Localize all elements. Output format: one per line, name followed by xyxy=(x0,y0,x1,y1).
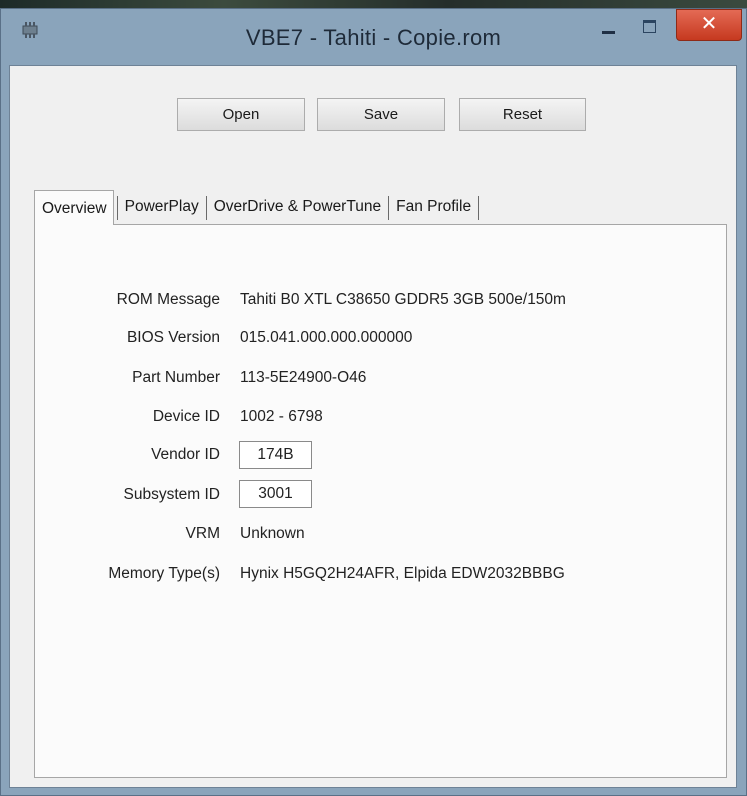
desktop-background-strip xyxy=(0,0,747,8)
app-window: VBE7 - Tahiti - Copie.rom ✕ Open Save Re… xyxy=(0,8,747,796)
device-id-label: Device ID xyxy=(152,408,220,425)
overview-panel: ROM Message Tahiti B0 XTL C38650 GDDR5 3… xyxy=(34,224,727,778)
minimize-button[interactable] xyxy=(590,11,626,39)
vendor-id-label: Vendor ID xyxy=(151,446,220,463)
rom-message-label: ROM Message xyxy=(116,291,220,308)
tab-powerplay[interactable]: PowerPlay xyxy=(121,190,203,224)
subsystem-id-field[interactable] xyxy=(239,480,312,508)
tab-divider xyxy=(388,196,390,220)
tab-strip: Overview PowerPlay OverDrive & PowerTune… xyxy=(34,190,482,225)
reset-button[interactable]: Reset xyxy=(459,98,586,131)
memory-types-label: Memory Type(s) xyxy=(108,565,220,582)
part-number-label: Part Number xyxy=(132,369,220,386)
close-icon: ✕ xyxy=(700,13,718,35)
tab-divider xyxy=(205,196,207,220)
vendor-id-field[interactable] xyxy=(239,441,312,469)
maximize-button[interactable] xyxy=(631,11,667,39)
memory-types-value: Hynix H5GQ2H24AFR, Elpida EDW2032BBBG xyxy=(240,565,565,582)
vrm-value: Unknown xyxy=(240,525,305,542)
title-bar[interactable]: VBE7 - Tahiti - Copie.rom ✕ xyxy=(1,9,746,65)
subsystem-id-label: Subsystem ID xyxy=(123,486,220,503)
tab-divider xyxy=(116,196,118,220)
client-area: Open Save Reset Overview PowerPlay OverD… xyxy=(9,65,737,788)
tab-divider xyxy=(478,196,480,220)
open-button[interactable]: Open xyxy=(177,98,305,131)
bios-version-value: 015.041.000.000.000000 xyxy=(240,329,413,346)
vrm-label: VRM xyxy=(185,525,220,542)
minimize-icon xyxy=(602,31,615,34)
maximize-icon xyxy=(643,20,656,33)
tab-overview[interactable]: Overview xyxy=(34,190,114,225)
rom-message-value: Tahiti B0 XTL C38650 GDDR5 3GB 500e/150m xyxy=(240,291,566,308)
part-number-value: 113-5E24900-O46 xyxy=(240,369,367,386)
tab-fan-profile[interactable]: Fan Profile xyxy=(392,190,475,224)
close-button[interactable]: ✕ xyxy=(676,9,742,41)
bios-version-label: BIOS Version xyxy=(126,329,220,346)
device-id-value: 1002 - 6798 xyxy=(240,408,323,425)
tab-overdrive-powertune[interactable]: OverDrive & PowerTune xyxy=(210,190,385,224)
save-button[interactable]: Save xyxy=(317,98,445,131)
